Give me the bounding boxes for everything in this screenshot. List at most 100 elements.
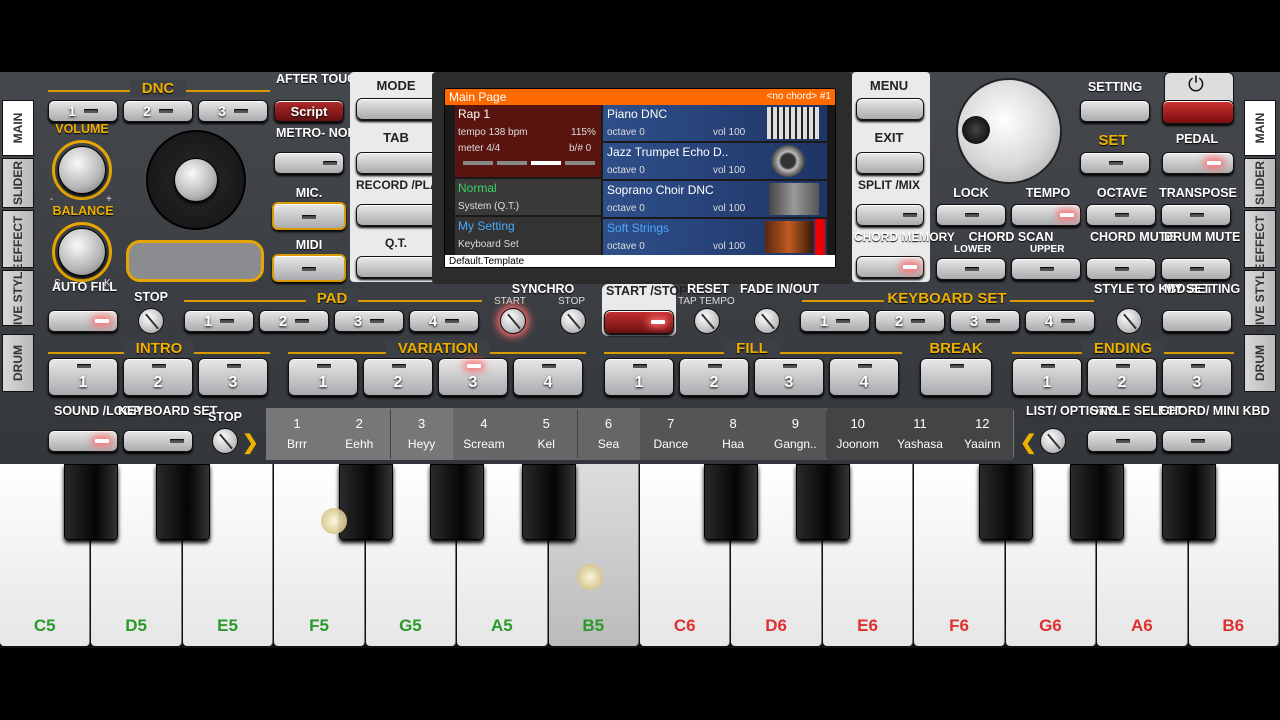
song-slot[interactable]: 1 Brrr (266, 408, 328, 460)
fill-button-2[interactable]: 2 (679, 358, 749, 396)
tab-live-style-right[interactable]: LIVE STYLE (1244, 264, 1276, 332)
variation-button-1[interactable]: 1 (288, 358, 358, 396)
fade-knob[interactable] (754, 308, 780, 334)
ending-button-1[interactable]: 1 (1012, 358, 1082, 396)
start-stop-button[interactable] (604, 310, 674, 334)
chord-memory-button[interactable] (856, 256, 924, 278)
pad-button-1[interactable]: 1 (184, 310, 254, 332)
split-button[interactable] (856, 204, 924, 226)
variation-button-4[interactable]: 4 (513, 358, 583, 396)
synchro-stop-knob[interactable] (560, 308, 586, 334)
song-slot[interactable]: 2 Eehh (328, 408, 391, 460)
break-button[interactable] (920, 358, 992, 396)
kbd-set-button-1[interactable]: 1 (800, 310, 870, 332)
chevron-right-icon[interactable]: ❯ (242, 430, 259, 455)
pedal-button[interactable] (1162, 152, 1234, 174)
octave-button[interactable] (1086, 204, 1156, 226)
pad-button-2[interactable]: 2 (259, 310, 329, 332)
joystick-handle[interactable] (174, 158, 218, 202)
style-to-kbd-knob[interactable] (1116, 308, 1142, 334)
tab-slider-right[interactable]: SLIDER (1244, 158, 1276, 208)
fill-button-4[interactable]: 4 (829, 358, 899, 396)
drum-mute-button[interactable] (1161, 258, 1231, 280)
chord-mini-button[interactable] (1162, 430, 1232, 452)
intro-button-3[interactable]: 3 (198, 358, 268, 396)
kbd-set-button-2[interactable]: 2 (875, 310, 945, 332)
tab-slider-left[interactable]: SLIDER (2, 158, 34, 208)
black-key[interactable] (1161, 464, 1216, 540)
kbd-set-button-4[interactable]: 4 (1025, 310, 1095, 332)
menu-button[interactable] (856, 98, 924, 120)
reset-knob[interactable] (694, 308, 720, 334)
metronome-button[interactable] (274, 152, 344, 174)
song-slot[interactable]: 12 Yaainn (951, 408, 1014, 460)
pad-stop-knob[interactable] (138, 308, 164, 334)
fill-button-3[interactable]: 3 (754, 358, 824, 396)
tab-drum-left[interactable]: DRUM (2, 334, 34, 392)
song-slot[interactable]: 6 Sea (577, 408, 640, 460)
power-button[interactable] (1162, 100, 1234, 124)
synchro-start-knob[interactable] (500, 308, 526, 334)
volume-knob[interactable] (58, 146, 106, 194)
song-slot[interactable]: 3 Heyy (390, 408, 453, 460)
tab-main-left[interactable]: MAIN (2, 100, 34, 156)
black-key[interactable] (430, 464, 485, 540)
set-button[interactable] (1080, 152, 1150, 174)
tab-effect-right[interactable]: EFFECT (1244, 210, 1276, 268)
song-stop-knob[interactable] (212, 428, 238, 454)
tab-drum-right[interactable]: DRUM (1244, 334, 1276, 392)
song-slot[interactable]: 8 Haa (702, 408, 765, 460)
ending-button-2[interactable]: 2 (1087, 358, 1157, 396)
tab-live-style-left[interactable]: LIVE STYLE (2, 264, 34, 332)
pad-button-3[interactable]: 3 (334, 310, 404, 332)
setting-button[interactable] (1080, 100, 1150, 122)
black-key[interactable] (64, 464, 119, 540)
dnc-button-3[interactable]: 3 (198, 100, 268, 122)
sound-loop-button[interactable] (48, 430, 118, 452)
black-key[interactable] (338, 464, 393, 540)
keyboard-set-button[interactable] (123, 430, 193, 452)
chevron-left-icon[interactable]: ❮ (1020, 430, 1037, 455)
intro-button-2[interactable]: 2 (123, 358, 193, 396)
qt-button[interactable] (356, 256, 438, 278)
script-button[interactable]: Script (274, 100, 344, 122)
mic-button[interactable] (272, 202, 346, 230)
auto-fill-button[interactable] (48, 310, 118, 332)
lock-button[interactable] (936, 204, 1006, 226)
list-options-knob[interactable] (1040, 428, 1066, 454)
midi-button[interactable] (272, 254, 346, 282)
dnc-button-1[interactable]: 1 (48, 100, 118, 122)
tab-button[interactable] (356, 152, 438, 174)
song-slot[interactable]: 5 Kel (515, 408, 578, 460)
kbd-set-button-3[interactable]: 3 (950, 310, 1020, 332)
chord-scan-lower-button[interactable] (936, 258, 1006, 280)
tempo-button[interactable] (1011, 204, 1081, 226)
style-select-button[interactable] (1087, 430, 1157, 452)
black-key[interactable] (155, 464, 210, 540)
black-key[interactable] (704, 464, 759, 540)
pad-button-4[interactable]: 4 (409, 310, 479, 332)
exit-button[interactable] (856, 152, 924, 174)
black-key[interactable] (795, 464, 850, 540)
mode-button[interactable] (356, 98, 438, 120)
ending-button-3[interactable]: 3 (1162, 358, 1232, 396)
tab-main-right[interactable]: MAIN (1244, 100, 1276, 156)
song-slot[interactable]: 10 Joonom (826, 408, 889, 460)
black-key[interactable] (521, 464, 576, 540)
record-button[interactable] (356, 204, 438, 226)
fill-button-1[interactable]: 1 (604, 358, 674, 396)
variation-button-3[interactable]: 3 (438, 358, 508, 396)
touch-pad[interactable] (126, 240, 264, 282)
balance-knob[interactable] (58, 228, 106, 276)
dnc-button-2[interactable]: 2 (123, 100, 193, 122)
black-key[interactable] (978, 464, 1033, 540)
my-setting-button[interactable] (1162, 310, 1232, 332)
intro-button-1[interactable]: 1 (48, 358, 118, 396)
song-slot[interactable]: 7 Dance (639, 408, 702, 460)
song-slot[interactable]: 4 Scream (452, 408, 515, 460)
variation-button-2[interactable]: 2 (363, 358, 433, 396)
song-slot[interactable]: 9 Gangn.. (764, 408, 827, 460)
tab-effect-left[interactable]: EFFECT (2, 210, 34, 268)
black-key[interactable] (1070, 464, 1125, 540)
chord-mute-button[interactable] (1086, 258, 1156, 280)
